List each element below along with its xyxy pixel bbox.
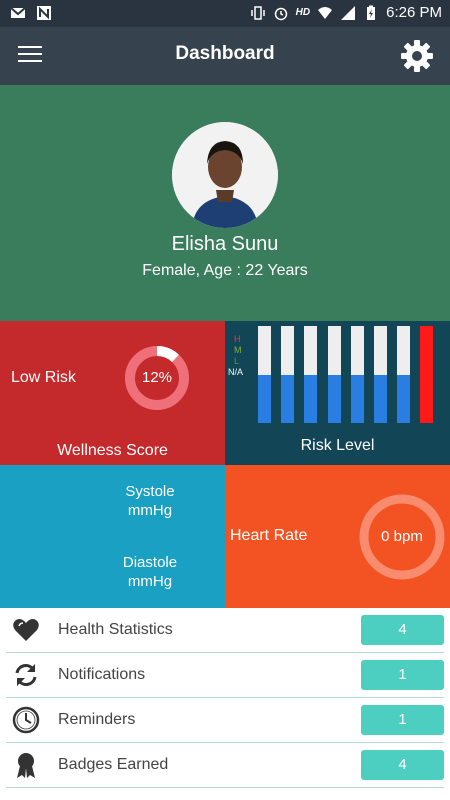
page-title: Dashboard xyxy=(175,43,275,64)
risk-bar-fill xyxy=(374,374,387,423)
list-item-label: Health Statistics xyxy=(58,621,173,638)
app-bar: Dashboard xyxy=(0,27,450,85)
alarm-icon xyxy=(274,7,287,20)
risk-bar-fill xyxy=(304,374,318,423)
refresh-icon xyxy=(15,664,37,686)
risk-bar-fill xyxy=(327,374,341,423)
heart-rate-tile[interactable]: Heart Rate 0 bpm xyxy=(225,465,450,608)
risk-bar xyxy=(281,326,295,423)
status-time: 6:26 PM xyxy=(386,4,442,21)
diastole-unit: mmHg xyxy=(127,573,173,590)
profile-photo xyxy=(172,122,278,228)
list-item-label: Badges Earned xyxy=(58,756,169,773)
legend-medium: M xyxy=(234,345,242,355)
list-item-badges-earned[interactable]: Badges Earned 4 xyxy=(6,743,444,788)
profile-name: Elisha Sunu xyxy=(171,233,279,255)
hd-indicator: HD xyxy=(295,7,311,18)
list-item-label: Reminders xyxy=(58,711,136,728)
risk-bar xyxy=(304,326,318,423)
count-badge: 4 xyxy=(361,750,444,780)
clock-icon xyxy=(12,706,40,734)
gmail-icon xyxy=(10,7,26,18)
profile-section: Elisha Sunu Female, Age : 22 Years xyxy=(0,85,450,321)
heart-rate-label: Heart Rate xyxy=(230,527,308,544)
heart-icon xyxy=(13,619,39,641)
risk-legend: H M L N/A xyxy=(228,334,243,378)
risk-level-label: Risk Level xyxy=(300,437,375,454)
risk-bar xyxy=(420,326,434,423)
risk-bar-fill xyxy=(397,374,411,423)
risk-status-text: Low Risk xyxy=(11,369,76,386)
list-item-label: Notifications xyxy=(58,666,146,683)
count-badge: 1 xyxy=(361,660,444,690)
list-item-reminders[interactable]: Reminders 1 xyxy=(6,698,444,743)
ribbon-icon xyxy=(17,753,35,778)
legend-high: H xyxy=(234,334,241,344)
risk-bar xyxy=(374,326,387,423)
blood-pressure-tile[interactable]: Systole mmHg Diastole mmHg xyxy=(0,465,225,608)
vibrate-icon xyxy=(250,5,265,20)
wellness-score-value: 12% xyxy=(141,369,173,386)
risk-bar xyxy=(397,326,411,423)
risk-bar-fill xyxy=(258,374,271,423)
diastole-label: Diastole xyxy=(122,554,178,571)
risk-bar xyxy=(350,326,364,423)
wellness-score-label: Wellness Score xyxy=(57,442,168,459)
status-bar: HD 6:26 PM xyxy=(0,0,450,27)
legend-low: L xyxy=(234,356,240,366)
risk-bar-fill xyxy=(281,374,295,423)
systole-label: Systole xyxy=(125,483,175,500)
list-item-health-statistics[interactable]: Health Statistics 4 xyxy=(6,608,444,653)
legend-na: N/A xyxy=(228,367,244,377)
summary-list: Health Statistics 4 Notifications 1 Remi… xyxy=(0,608,450,788)
risk-bar-fill xyxy=(350,374,364,423)
list-item-notifications[interactable]: Notifications 1 xyxy=(6,653,444,698)
count-badge: 1 xyxy=(361,705,444,735)
notification-app-icon xyxy=(37,6,51,20)
profile-subinfo: Female, Age : 22 Years xyxy=(142,262,308,279)
count-badge: 4 xyxy=(361,615,444,645)
risk-bar xyxy=(327,326,341,423)
wifi-icon xyxy=(318,6,333,19)
avatar[interactable] xyxy=(172,122,278,228)
systole-unit: mmHg xyxy=(127,502,173,519)
signal-icon xyxy=(341,5,356,20)
risk-bar xyxy=(258,326,271,423)
battery-icon xyxy=(367,5,376,20)
settings-gear-icon[interactable] xyxy=(400,39,434,73)
risk-level-tile[interactable]: H M L N/A Risk Level xyxy=(225,321,450,465)
heart-rate-value: 0 bpm xyxy=(381,528,423,545)
wellness-score-tile[interactable]: Low Risk 12% Wellness Score xyxy=(0,321,225,465)
